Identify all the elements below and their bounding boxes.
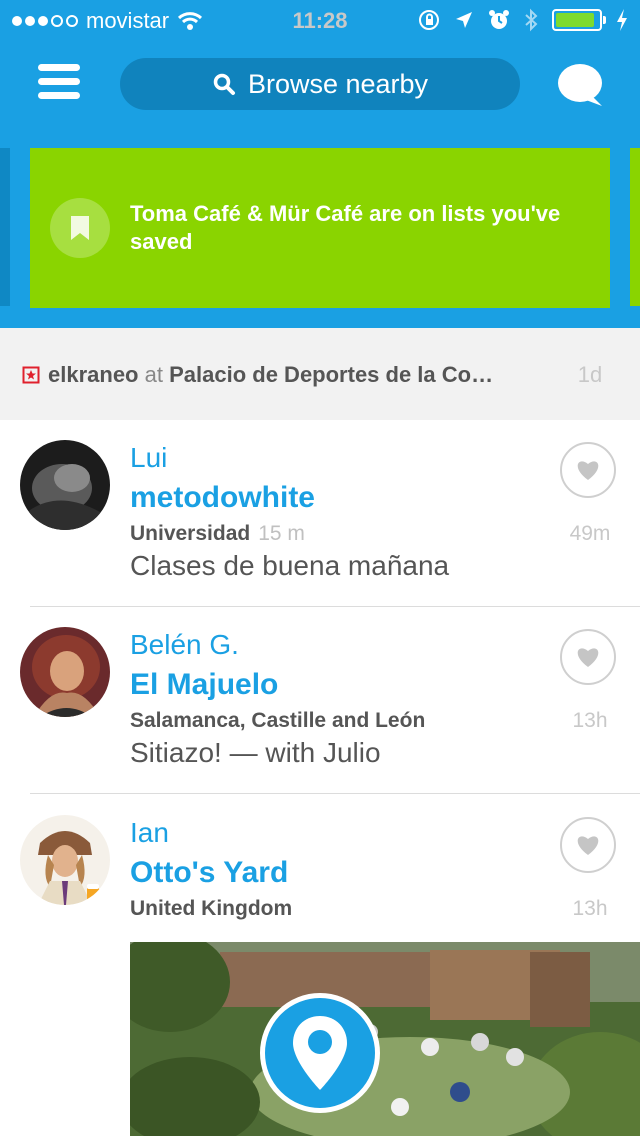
chat-bubble-icon[interactable] [556, 62, 604, 108]
stadium-category-icon [22, 366, 40, 384]
checkin-photo[interactable] [130, 942, 640, 1136]
venue-name[interactable]: Otto's Yard [130, 856, 288, 890]
checkin-time: 1d [577, 362, 603, 387]
avatar[interactable] [20, 815, 110, 905]
like-button[interactable] [560, 629, 616, 685]
browse-nearby-search-bar[interactable]: Browse nearby [120, 58, 520, 110]
heart-icon [577, 461, 599, 480]
map-pin-button[interactable] [260, 993, 380, 1113]
venue-location: Universidad 15 m [130, 522, 305, 546]
banner-text: Toma Café & Mür Café are on lists you've… [130, 201, 561, 254]
checkin-time: 13h [572, 897, 608, 920]
saved-lists-banner[interactable]: Toma Café & Mür Café are on lists you've… [30, 148, 610, 308]
carousel-prev-card[interactable] [0, 148, 10, 306]
charging-bolt-icon [617, 9, 627, 31]
hamburger-menu-icon[interactable] [38, 64, 80, 104]
venue-location: Salamanca, Castille and León [130, 709, 426, 732]
divider [30, 793, 640, 794]
checkin-venue[interactable]: Palacio de Deportes de la Co… [169, 362, 493, 387]
search-icon [213, 73, 235, 95]
venue-name[interactable]: El Majuelo [130, 668, 278, 702]
orientation-lock-icon [419, 10, 439, 30]
like-button[interactable] [560, 817, 616, 873]
checkin-user[interactable]: elkraneo [48, 362, 139, 387]
location-text: Universidad [130, 522, 251, 545]
avatar[interactable] [20, 440, 110, 530]
search-placeholder: Browse nearby [247, 68, 429, 99]
checkin-text: elkraneo at Palacio de Deportes de la Co… [48, 362, 558, 388]
divider [30, 606, 640, 607]
checkin-shout: Sitiazo! — with Julio [130, 737, 381, 768]
like-button[interactable] [560, 442, 616, 498]
alarm-icon [489, 10, 509, 29]
heart-icon [577, 836, 599, 855]
app-header: movistar 11:28 Browse nearby [0, 0, 640, 140]
venue-name[interactable]: metodowhite [130, 481, 315, 515]
user-name[interactable]: Lui [130, 442, 167, 474]
venue-location: United Kingdom [130, 897, 293, 920]
map-pin-icon [293, 1016, 347, 1090]
checkin-time: 13h [572, 709, 608, 732]
beer-badge-icon [87, 884, 103, 901]
checkin-time: 49m [569, 522, 611, 545]
bookmark-badge [50, 198, 110, 258]
checkin-at: at [144, 362, 163, 387]
bookmark-icon [71, 216, 89, 240]
heart-icon [577, 648, 599, 667]
distance: 15 m [258, 522, 305, 545]
status-right [418, 8, 628, 32]
user-name[interactable]: Ian [130, 817, 169, 849]
battery-level [556, 13, 594, 27]
carousel-next-card[interactable] [630, 148, 640, 306]
status-bar: movistar 11:28 [0, 0, 640, 40]
location-arrow-icon [456, 12, 472, 28]
avatar[interactable] [20, 627, 110, 717]
user-name[interactable]: Belén G. [130, 629, 239, 661]
battery-icon [552, 9, 606, 31]
bluetooth-icon [525, 8, 538, 32]
checkin-shout: Clases de buena mañana [130, 550, 450, 581]
